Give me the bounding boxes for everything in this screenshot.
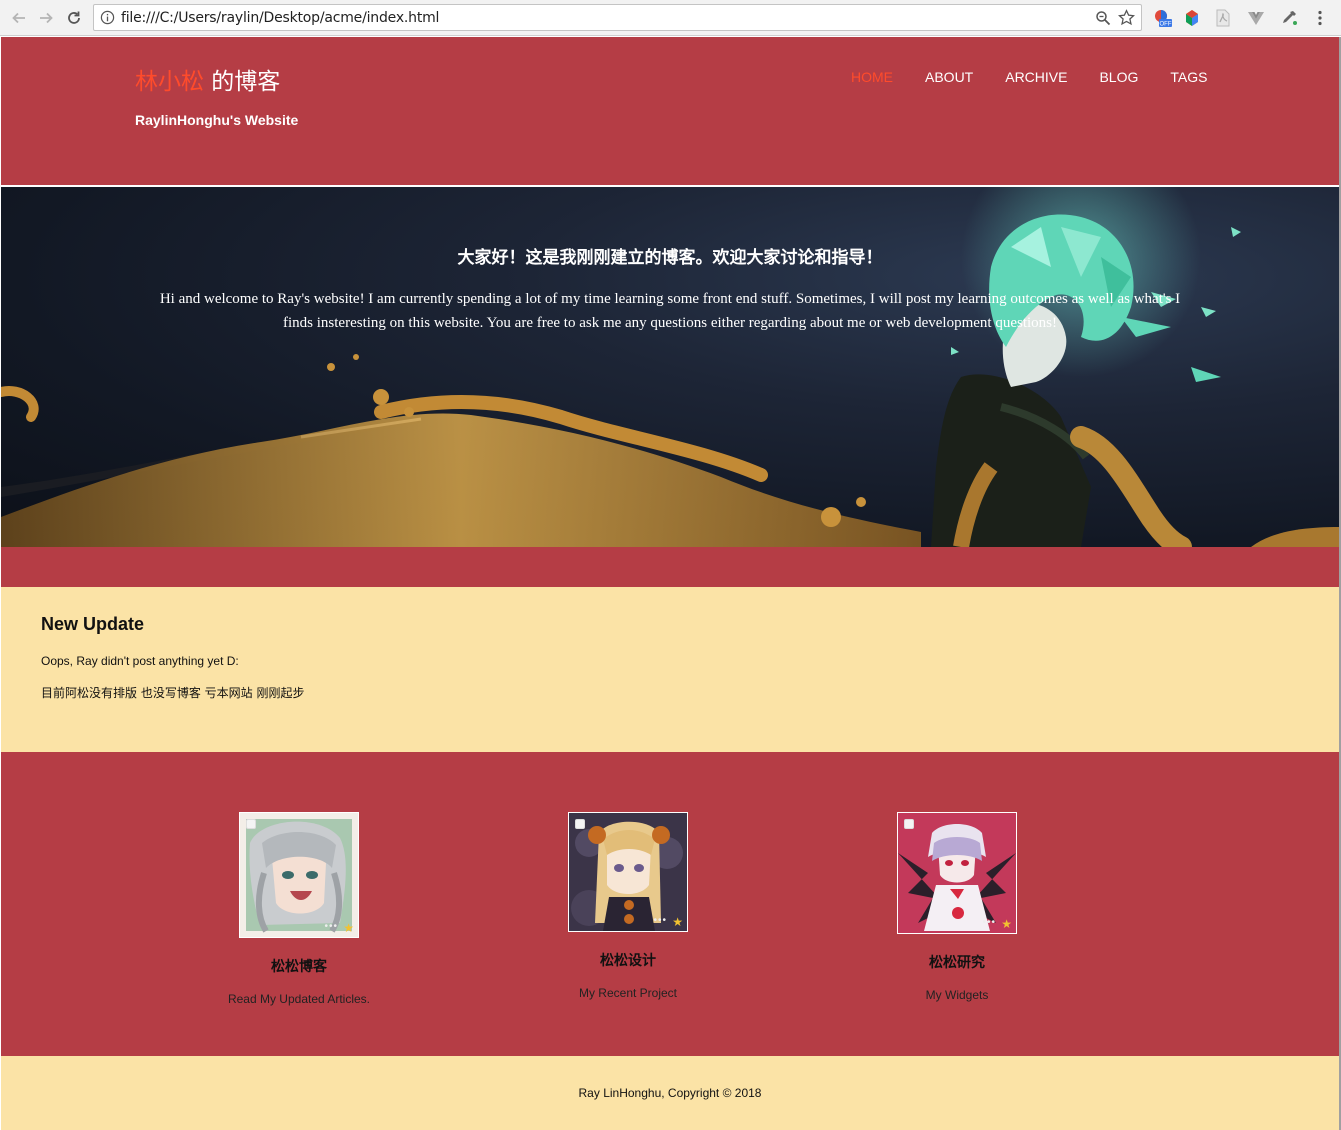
- card-blog-image[interactable]: ••• ★: [239, 812, 359, 938]
- web-page: 林小松 的博客 RaylinHonghu's Website HOME ABOU…: [1, 37, 1339, 1130]
- url-text[interactable]: file:///C:/Users/raylin/Desktop/acme/ind…: [121, 10, 439, 26]
- menu-dots-icon[interactable]: [1311, 9, 1329, 27]
- red-band: [1, 547, 1339, 587]
- site-title-highlight[interactable]: 林小松: [135, 69, 204, 95]
- favorite-star-icon: ★: [672, 915, 683, 929]
- bookmark-star-icon[interactable]: [1118, 9, 1135, 26]
- address-bar[interactable]: file:///C:/Users/raylin/Desktop/acme/ind…: [93, 4, 1142, 31]
- card-design-title[interactable]: 松松设计: [528, 950, 728, 970]
- card-blog-title[interactable]: 松松博客: [199, 956, 399, 976]
- nav-tags-link[interactable]: TAGS: [1170, 69, 1207, 85]
- checkbox-icon: [904, 819, 914, 829]
- nav-home-link[interactable]: HOME: [851, 69, 893, 85]
- back-arrow-icon[interactable]: [8, 7, 30, 29]
- card-design-caption: My Recent Project: [578, 986, 678, 1000]
- update-heading: New Update: [41, 614, 145, 634]
- favorite-star-icon: ★: [343, 921, 354, 935]
- info-icon[interactable]: [100, 10, 115, 25]
- site-title-rest[interactable]: 的博客: [204, 69, 280, 95]
- favorite-star-icon: ★: [1001, 917, 1012, 931]
- card-design[interactable]: ••• ★ 松松设计 My Recent Project: [528, 812, 728, 1000]
- feature-cards: ••• ★ 松松博客 Read My Updated Articles. •••…: [1, 752, 1339, 1056]
- checkbox-icon: [246, 819, 256, 829]
- card-blog[interactable]: ••• ★ 松松博客 Read My Updated Articles.: [199, 812, 399, 1006]
- copyright-text: Ray LinHonghu, Copyright © 2018: [578, 1086, 762, 1100]
- update-text-chinese: 目前阿松没有排版 也没写博客 亏本网站 刚刚起步: [41, 686, 305, 700]
- top-navigation: HOME ABOUT ARCHIVE BLOG TAGS: [851, 69, 1239, 85]
- more-dots-icon: •••: [324, 921, 338, 932]
- hero-banner: 大家好！这是我刚刚建立的博客。欢迎大家讨论和指导！ Hi and welcome…: [1, 187, 1339, 547]
- more-dots-icon: •••: [982, 917, 996, 928]
- card-blog-caption: Read My Updated Articles.: [227, 992, 371, 1006]
- extension-badge: OFF: [1160, 22, 1172, 28]
- card-research-title[interactable]: 松松研究: [857, 952, 1057, 972]
- reload-icon[interactable]: [63, 7, 85, 29]
- checkbox-icon: [575, 819, 585, 829]
- hero-illustration: [1, 187, 1339, 547]
- vue-extension-icon[interactable]: [1246, 8, 1266, 28]
- nav-blog-link[interactable]: BLOG: [1099, 69, 1138, 85]
- update-text-english: Oops, Ray didn't post anything yet D:: [41, 654, 239, 668]
- browser-toolbar: file:///C:/Users/raylin/Desktop/acme/ind…: [0, 0, 1341, 36]
- card-research-caption: My Widgets: [925, 988, 989, 1002]
- colorful-extension-icon[interactable]: [1182, 8, 1202, 28]
- hero-title: 大家好！这是我刚刚建立的博客。欢迎大家讨论和指导！: [457, 248, 883, 268]
- site-title[interactable]: 林小松 的博客: [135, 62, 280, 96]
- site-subtitle: RaylinHonghu's Website: [135, 112, 299, 128]
- extension-icon[interactable]: OFF: [1152, 8, 1172, 28]
- zoom-icon[interactable]: [1095, 10, 1111, 26]
- site-header: 林小松 的博客 RaylinHonghu's Website HOME ABOU…: [1, 37, 1339, 185]
- pdf-extension-icon[interactable]: [1213, 8, 1233, 28]
- nav-about-link[interactable]: ABOUT: [925, 69, 973, 85]
- card-design-image[interactable]: ••• ★: [568, 812, 688, 932]
- more-dots-icon: •••: [653, 915, 667, 926]
- nav-archive-link[interactable]: ARCHIVE: [1005, 69, 1067, 85]
- card-research[interactable]: ••• ★ 松松研究 My Widgets: [857, 812, 1057, 1002]
- hero-intro-text: Hi and welcome to Ray's website! I am cu…: [159, 291, 1181, 331]
- update-section: New Update Oops, Ray didn't post anythin…: [1, 587, 1339, 752]
- eyedropper-extension-icon[interactable]: [1279, 8, 1299, 28]
- card-research-image[interactable]: ••• ★: [897, 812, 1017, 934]
- forward-arrow-icon[interactable]: [35, 7, 57, 29]
- site-footer: Ray LinHonghu, Copyright © 2018: [1, 1056, 1339, 1130]
